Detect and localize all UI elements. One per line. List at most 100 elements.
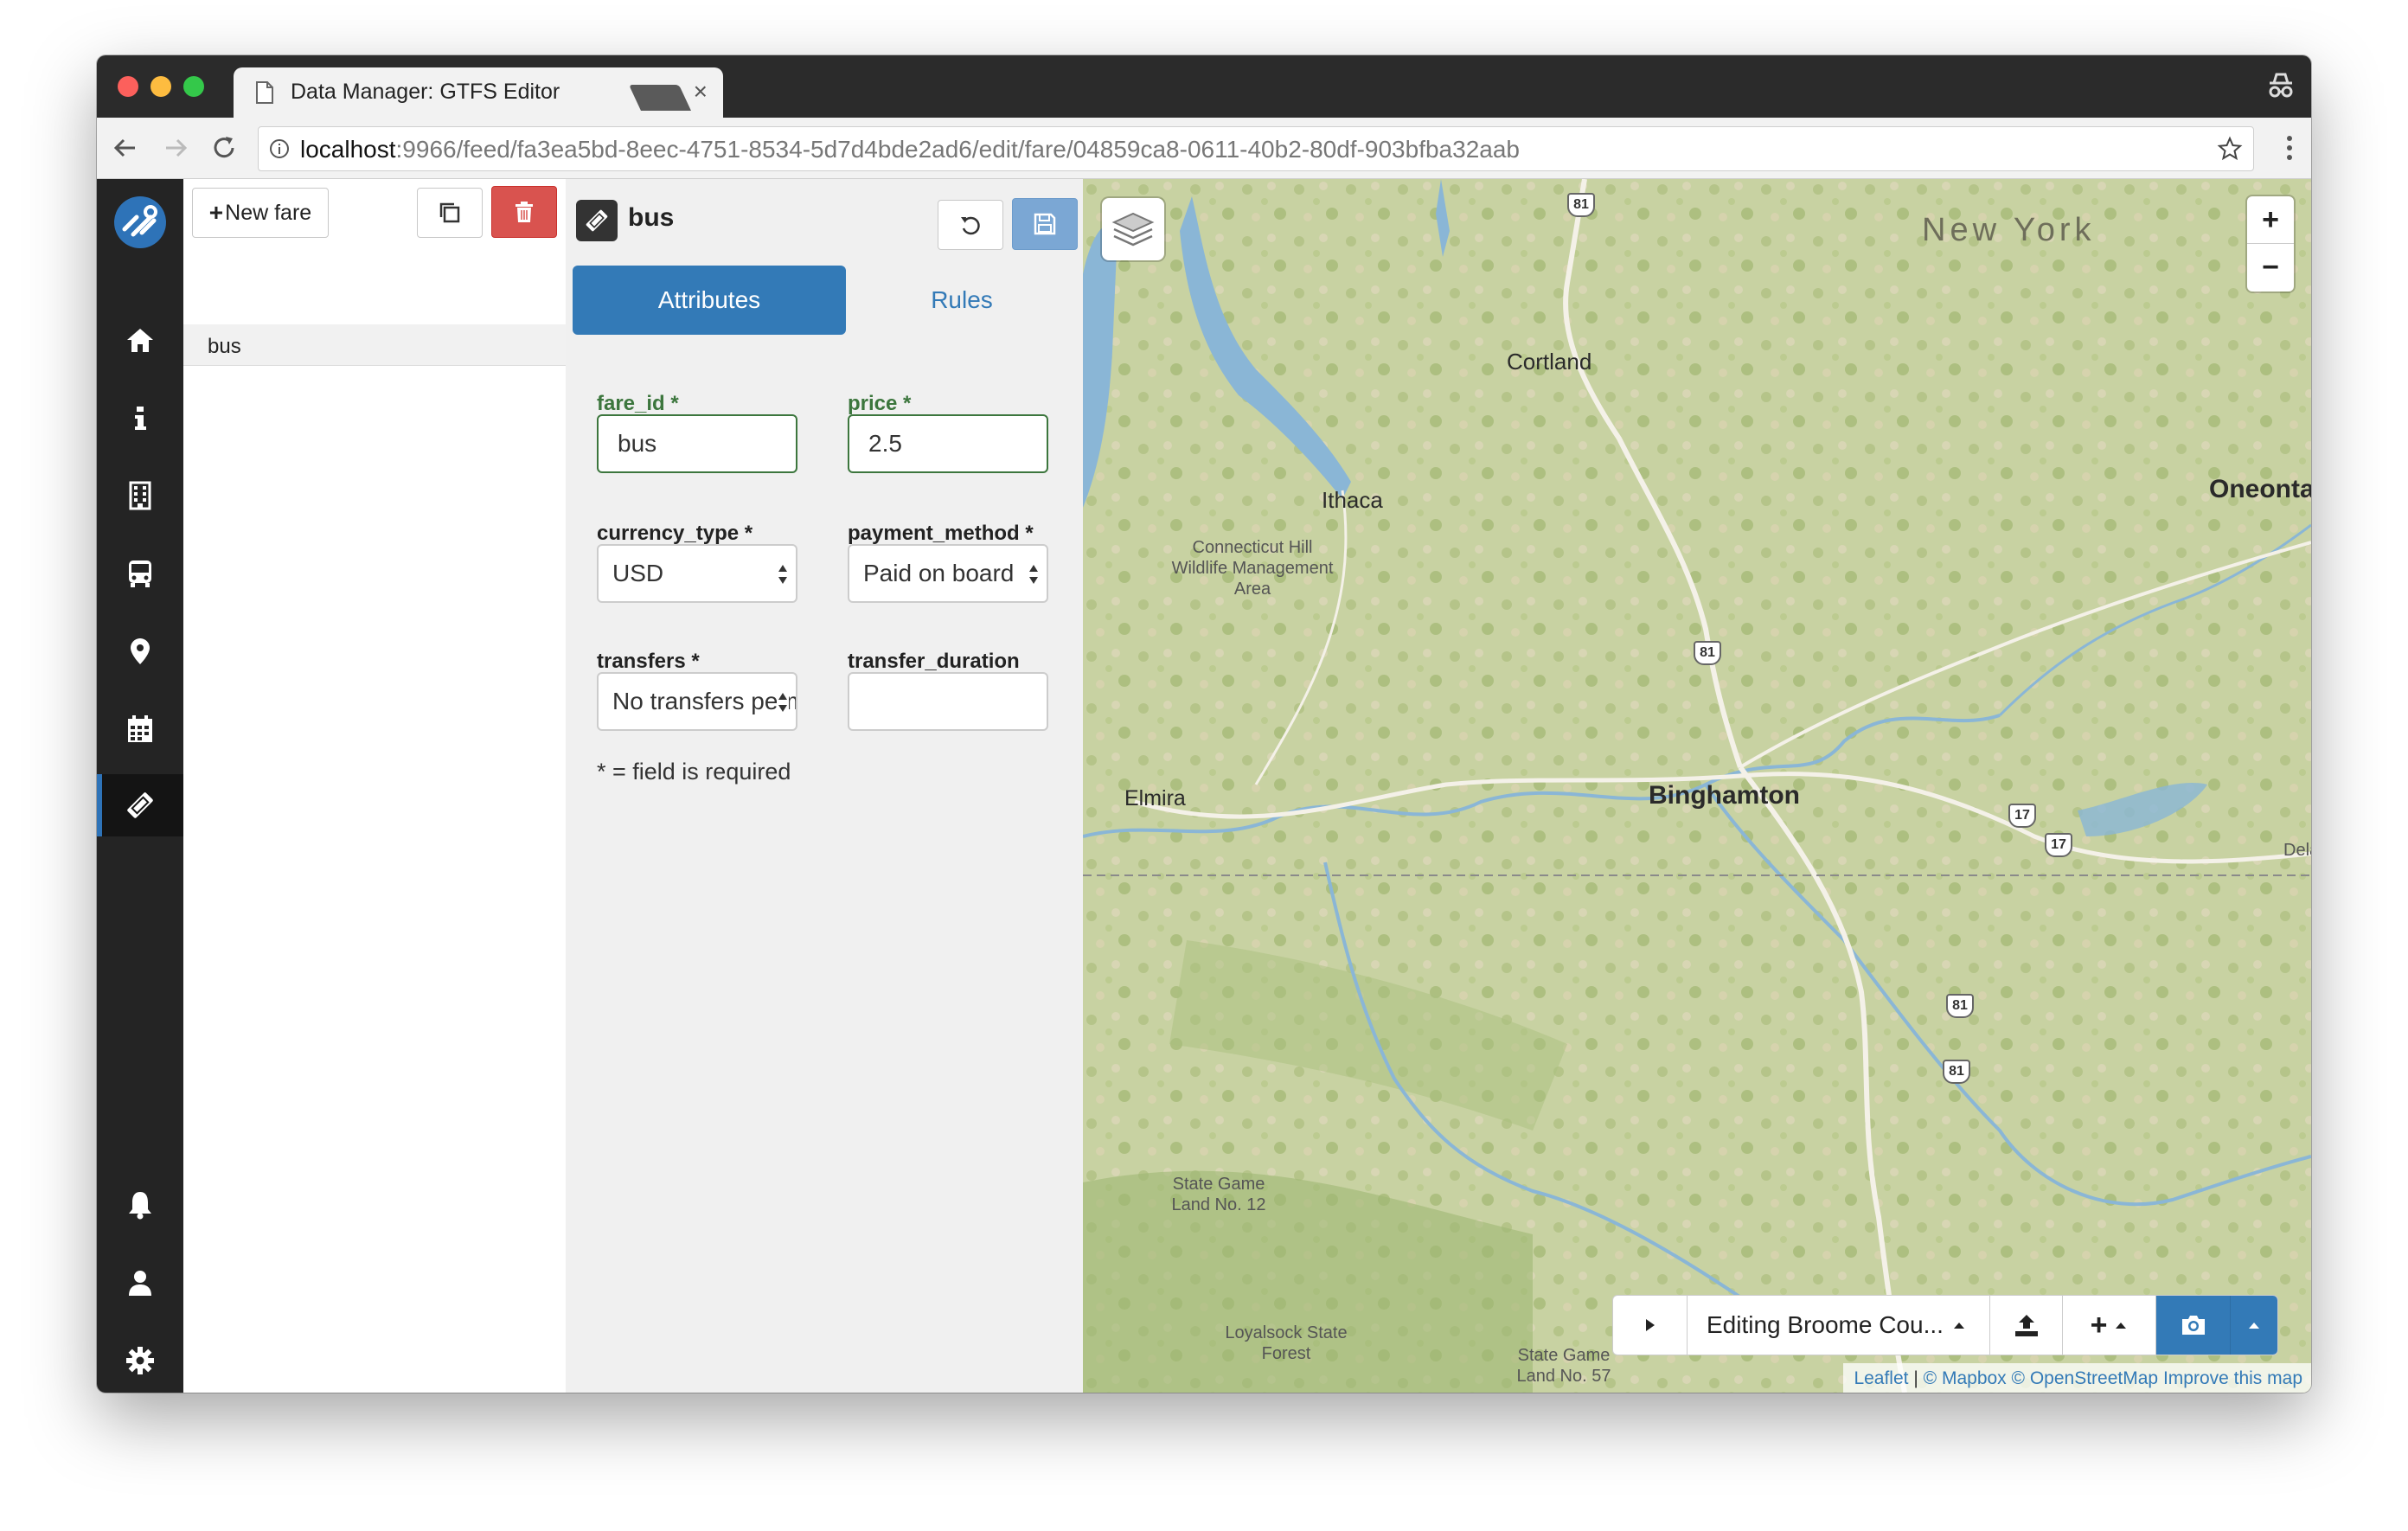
transfer-duration-input[interactable] (848, 672, 1048, 731)
sidebar (97, 179, 183, 1393)
transfer-duration-label: transfer_duration (848, 650, 1020, 673)
zoom-out-button[interactable]: − (2247, 244, 2294, 291)
calendar-icon (128, 715, 152, 742)
snapshot-dropdown-button[interactable] (2231, 1296, 2277, 1355)
highway-shield: 17 (2045, 833, 2072, 857)
sidebar-item-calendar[interactable] (97, 698, 183, 760)
map-view[interactable]: New York Cortland Ithaca Oneonta Bingham… (1083, 179, 2311, 1393)
sidebar-item-agency[interactable] (97, 464, 183, 527)
sidebar-item-info[interactable] (97, 387, 183, 449)
fare-editor-panel: bus Attributes Rules fare_id * bus price… (566, 179, 1083, 1393)
tab-close-icon[interactable]: × (694, 78, 708, 106)
payment-method-select[interactable]: Paid on board (848, 544, 1048, 603)
building-icon (129, 481, 151, 510)
duplicate-button[interactable] (417, 188, 483, 238)
home-icon (127, 329, 153, 352)
tab-strip: Data Manager: GTFS Editor × (97, 55, 2311, 118)
mapbox-link[interactable]: © Mapbox (1924, 1368, 2007, 1388)
layers-icon (1111, 212, 1155, 247)
url-text: localhost:9966/feed/fa3ea5bd-8eec-4751-8… (300, 136, 1520, 163)
price-input[interactable]: 2.5 (848, 414, 1048, 473)
undo-icon (961, 216, 980, 235)
highway-shield: 81 (1694, 641, 1721, 665)
editing-mode-dropdown[interactable]: Editing Broome Cou... (1688, 1296, 1990, 1355)
save-button[interactable] (1012, 198, 1078, 250)
list-item[interactable]: bus (183, 324, 566, 366)
sidebar-item-user[interactable] (97, 1252, 183, 1314)
leaflet-link[interactable]: Leaflet (1854, 1368, 1908, 1388)
incognito-icon (2269, 73, 2293, 98)
map-label-elmira: Elmira (1124, 786, 1186, 810)
address-bar[interactable]: localhost:9966/feed/fa3ea5bd-8eec-4751-8… (258, 126, 2254, 171)
info-circle-icon[interactable] (269, 138, 290, 159)
fare-id-input[interactable]: bus (597, 414, 797, 473)
minimize-window-button[interactable] (150, 76, 171, 97)
browser-menu-icon[interactable] (2285, 133, 2294, 163)
new-fare-label: New fare (225, 200, 312, 225)
highway-shield: 81 (1943, 1060, 1970, 1084)
bookmark-star-icon[interactable] (2217, 136, 2243, 162)
map-label-state-game-57: State Game Land No. 57 (1516, 1346, 1611, 1386)
back-icon[interactable] (111, 133, 140, 163)
delete-button[interactable] (491, 186, 557, 238)
url-host: localhost (300, 136, 396, 163)
osm-link[interactable]: © OpenStreetMap (2012, 1368, 2159, 1388)
highway-shield: 81 (1567, 193, 1595, 217)
currency-type-select[interactable]: USD (597, 544, 797, 603)
snapshot-button[interactable] (2156, 1296, 2231, 1355)
sidebar-item-notifications[interactable] (97, 1174, 183, 1236)
sidebar-item-fares[interactable] (97, 774, 183, 836)
add-dropdown-button[interactable]: + (2063, 1296, 2156, 1355)
select-arrows-icon (778, 565, 787, 584)
bus-icon (129, 561, 151, 587)
ticket-icon (586, 209, 608, 232)
sidebar-item-settings[interactable] (97, 1329, 183, 1392)
reload-icon[interactable] (209, 133, 239, 163)
sidebar-item-home[interactable] (97, 309, 183, 371)
new-fare-button[interactable]: + New fare (192, 188, 329, 238)
fare-list-panel: + New fare bus (183, 179, 567, 1393)
app-logo-icon[interactable] (112, 195, 168, 250)
tab-attributes[interactable]: Attributes (573, 266, 846, 335)
improve-map-link[interactable]: Improve this map (2163, 1368, 2302, 1388)
browser-window: Data Manager: GTFS Editor × localhost:99… (97, 55, 2311, 1393)
save-floppy-icon (1034, 213, 1056, 235)
trash-icon (516, 202, 533, 222)
zoom-in-button[interactable]: + (2247, 196, 2294, 244)
close-window-button[interactable] (118, 76, 138, 97)
price-label: price * (848, 392, 912, 415)
caret-up-icon (2116, 1323, 2127, 1329)
sidebar-item-routes[interactable] (97, 542, 183, 605)
gear-icon (126, 1347, 154, 1374)
payment-method-label: payment_method * (848, 522, 1034, 545)
caret-up-icon (2249, 1323, 2259, 1329)
map-label-state-game-12: State Game Land No. 12 (1171, 1175, 1266, 1214)
map-label-ithaca: Ithaca (1322, 487, 1383, 513)
map-label-loyalsock: Loyalsock State Forest (1225, 1323, 1348, 1363)
currency-type-value: USD (612, 560, 664, 586)
transfers-value: No transfers permitted (612, 688, 796, 714)
tab-title: Data Manager: GTFS Editor (291, 80, 560, 104)
plus-icon: + (208, 199, 224, 226)
sidebar-item-stops[interactable] (97, 620, 183, 682)
url-path: :9966/feed/fa3ea5bd-8eec-4751-8534-5d7d4… (395, 136, 1520, 163)
map-edit-toolbar: Editing Broome Cou... + (1612, 1295, 2278, 1355)
forward-icon[interactable] (161, 133, 190, 163)
maximize-window-button[interactable] (183, 76, 204, 97)
editing-mode-label: Editing Broome Cou... (1707, 1311, 1944, 1338)
layers-control-button[interactable] (1102, 198, 1164, 260)
transfers-select[interactable]: No transfers permitted (597, 672, 797, 731)
bell-icon (129, 1192, 151, 1220)
play-button[interactable] (1613, 1296, 1688, 1355)
undo-changes-button[interactable] (938, 200, 1003, 250)
entity-title: bus (628, 203, 675, 232)
tab-rules[interactable]: Rules (848, 266, 1076, 335)
list-item-label: bus (208, 335, 241, 358)
fare-id-label: fare_id * (597, 392, 679, 415)
ticket-icon (127, 792, 153, 818)
user-icon (129, 1271, 151, 1296)
info-icon (135, 407, 146, 430)
upload-button[interactable] (1990, 1296, 2063, 1355)
plus-icon: + (2090, 1308, 2108, 1342)
browser-toolbar: localhost:9966/feed/fa3ea5bd-8eec-4751-8… (97, 118, 2311, 179)
